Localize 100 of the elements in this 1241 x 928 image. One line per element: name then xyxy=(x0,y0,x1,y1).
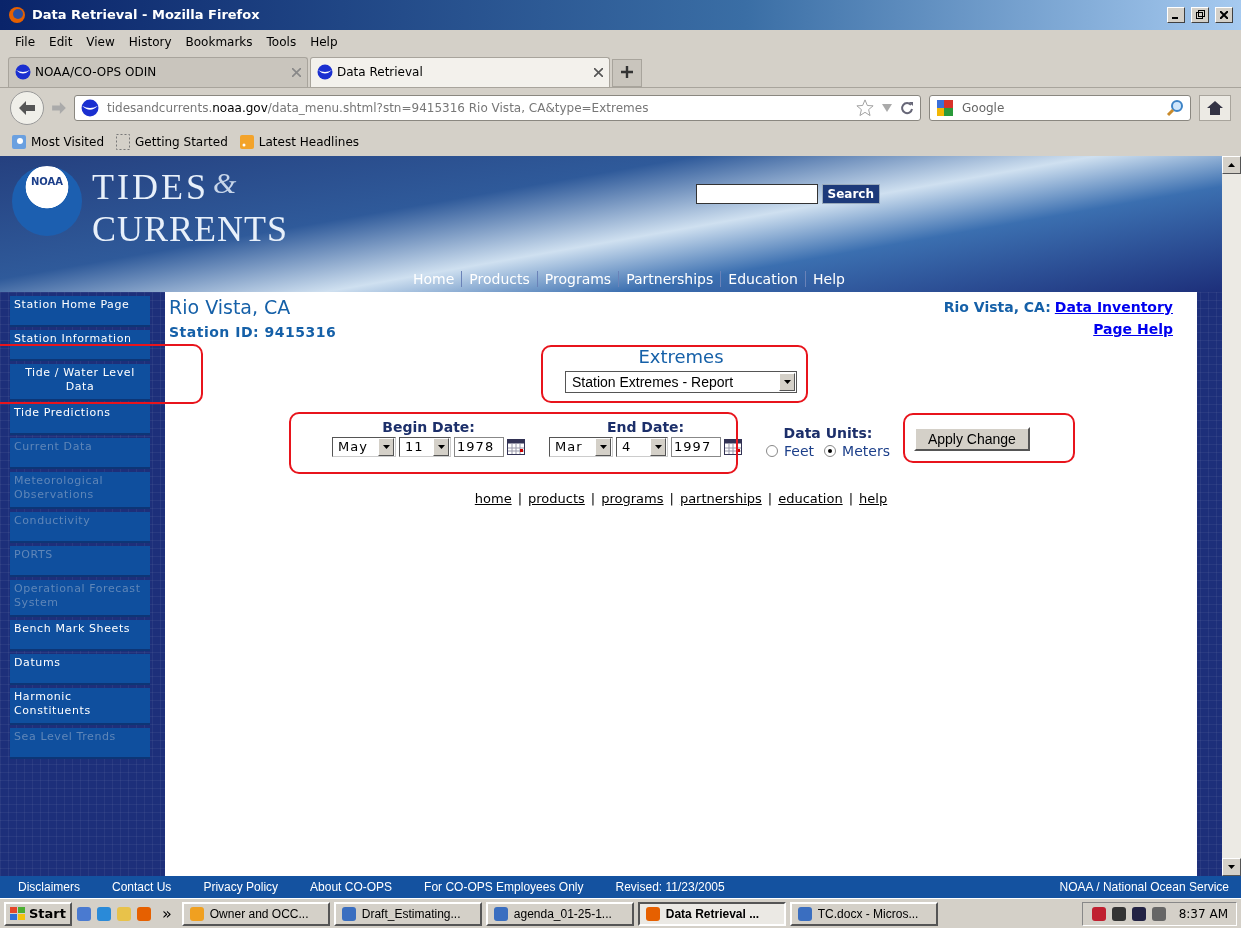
month-select[interactable]: Mar xyxy=(549,436,614,457)
taskbar-button[interactable]: TC.docx - Micros... xyxy=(789,901,938,926)
search-field[interactable]: Google xyxy=(929,94,1191,121)
noaa-icon xyxy=(15,64,31,81)
nav-link[interactable]: Partnerships xyxy=(618,270,721,287)
footer-link[interactable]: home xyxy=(474,490,512,506)
sidebar-item: PORTS xyxy=(10,545,150,577)
address-bar[interactable]: tidesandcurrents.noaa.gov/data_menu.shtml?stn=9415316 Rio Vista, CA&type=Extremes xyxy=(74,94,921,121)
station-name: Rio Vista, CA xyxy=(169,295,292,318)
noaa-icon xyxy=(81,98,99,117)
site-title: TIDES xyxy=(92,165,209,208)
dropdown-arrow-icon xyxy=(437,444,445,449)
units-label: Data Units: xyxy=(783,424,873,441)
unit-option[interactable]: Feet xyxy=(766,442,815,459)
feed-icon xyxy=(239,134,254,149)
product-heading: Extremes xyxy=(638,345,724,367)
nav-link[interactable]: Help xyxy=(805,270,852,287)
year-field[interactable]: 1997 xyxy=(671,436,722,457)
google-icon xyxy=(936,98,954,117)
link-separator: | xyxy=(590,490,596,506)
day-select[interactable]: 4 xyxy=(616,436,669,457)
sidebar-item: Operational Forecast System xyxy=(10,579,150,617)
site-search-field[interactable] xyxy=(695,183,818,204)
footer-item[interactable]: Disclaimers xyxy=(18,880,80,895)
blank-page-icon xyxy=(116,133,131,150)
search-button[interactable]: Search xyxy=(821,183,880,204)
bookmark-link[interactable]: Latest Headlines xyxy=(239,134,359,149)
footer-item[interactable]: Revised: 11/23/2005 xyxy=(615,880,725,895)
radio-button[interactable] xyxy=(824,444,837,457)
sidebar-item: Current Data xyxy=(10,437,150,469)
reload-icon[interactable] xyxy=(900,100,914,115)
noaa-logo: NOAA xyxy=(12,165,82,236)
sidebar-item[interactable]: Tide / Water Level Data xyxy=(10,363,150,401)
home-button[interactable] xyxy=(1199,94,1231,121)
menu-item[interactable]: View xyxy=(81,34,120,49)
bookmark-link[interactable]: Getting Started xyxy=(116,133,228,150)
dropdown-arrow-icon xyxy=(1228,865,1235,870)
back-button[interactable] xyxy=(10,90,44,125)
footer-link[interactable]: partnerships xyxy=(679,490,762,506)
taskbar-button[interactable]: agenda_01-25-1... xyxy=(485,901,634,926)
year-field[interactable]: 1978 xyxy=(454,436,505,457)
menu-item[interactable]: History xyxy=(123,34,177,49)
scrollbar[interactable] xyxy=(1222,155,1241,877)
overflow-chevron[interactable]: » xyxy=(156,904,178,923)
link-separator: | xyxy=(767,490,773,506)
radio-button[interactable] xyxy=(766,444,779,457)
site-title: CURRENTS xyxy=(92,207,289,250)
footer-link[interactable]: programs xyxy=(601,490,664,506)
menu-item[interactable]: Help xyxy=(305,34,343,49)
search-icon[interactable] xyxy=(1166,98,1184,117)
apply-change-button[interactable]: Apply Change xyxy=(913,426,1030,451)
sidebar-item: Conductivity xyxy=(10,511,150,543)
sidebar-item: Meteorological Observations xyxy=(10,471,150,509)
menu-item[interactable]: File xyxy=(10,34,41,49)
browser-tab[interactable]: Data Retrieval xyxy=(310,56,610,87)
taskbar-button[interactable]: Owner and OCC... xyxy=(181,901,330,926)
window-title: Data Retrieval - Mozilla Firefox xyxy=(32,7,261,23)
link-separator: | xyxy=(848,490,854,506)
month-select[interactable]: May xyxy=(332,436,397,457)
unit-option[interactable]: Meters xyxy=(824,442,890,459)
page-help-link[interactable]: Page Help xyxy=(1093,320,1173,337)
menu-item[interactable]: Bookmarks xyxy=(180,34,258,49)
footer-item[interactable]: Privacy Policy xyxy=(203,880,279,895)
noaa-icon xyxy=(317,64,333,81)
footer-item[interactable]: About CO-OPS xyxy=(310,880,393,895)
browser-tab[interactable]: NOAA/CO-OPS ODIN xyxy=(8,56,308,87)
new-tab-button[interactable] xyxy=(612,58,642,87)
taskbar-button[interactable]: Data Retrieval ... xyxy=(637,901,786,926)
menu-item[interactable]: Edit xyxy=(44,34,78,49)
bookmark-link[interactable]: Most Visited xyxy=(12,134,105,149)
footer-link[interactable]: education xyxy=(778,490,843,506)
menu-item[interactable]: Tools xyxy=(261,34,302,49)
footer-item[interactable]: For CO-OPS Employees Only xyxy=(424,880,584,895)
sidebar-item[interactable]: Tide Predictions xyxy=(10,403,150,435)
link-separator: | xyxy=(669,490,674,506)
maximize-button[interactable] xyxy=(1191,7,1209,23)
sidebar-item[interactable]: Bench Mark Sheets xyxy=(10,619,150,651)
calendar-icon[interactable] xyxy=(507,438,526,455)
minimize-button[interactable] xyxy=(1167,7,1185,23)
product-select[interactable]: Station Extremes - Report xyxy=(565,370,797,393)
sidebar-item[interactable]: Station Information xyxy=(10,329,150,361)
taskbar-button[interactable]: Draft_Estimating... xyxy=(333,901,482,926)
sidebar-item[interactable]: Station Home Page xyxy=(10,295,150,327)
data-inventory-link[interactable]: Data Inventory xyxy=(1054,298,1173,315)
sidebar-item[interactable]: Harmonic Constituents xyxy=(10,687,150,725)
station-label: Rio Vista, CA: xyxy=(943,298,1051,315)
up-arrow-icon[interactable] xyxy=(1228,162,1235,167)
footer-link[interactable]: products xyxy=(528,490,585,506)
back-arrow-icon xyxy=(19,100,35,115)
star-icon[interactable] xyxy=(856,98,874,117)
day-select[interactable]: 11 xyxy=(399,436,452,457)
close-icon[interactable] xyxy=(594,67,603,77)
footer-item[interactable]: Contact Us xyxy=(112,880,172,895)
clock: 8:37 AM xyxy=(1178,906,1228,921)
nav-link[interactable]: Education xyxy=(720,270,805,287)
footer-link[interactable]: help xyxy=(859,490,888,506)
start-button[interactable]: Start xyxy=(4,901,72,926)
ampersand: & xyxy=(213,165,237,200)
sidebar-item[interactable]: Datums xyxy=(10,653,150,685)
close-button[interactable] xyxy=(1215,7,1233,23)
